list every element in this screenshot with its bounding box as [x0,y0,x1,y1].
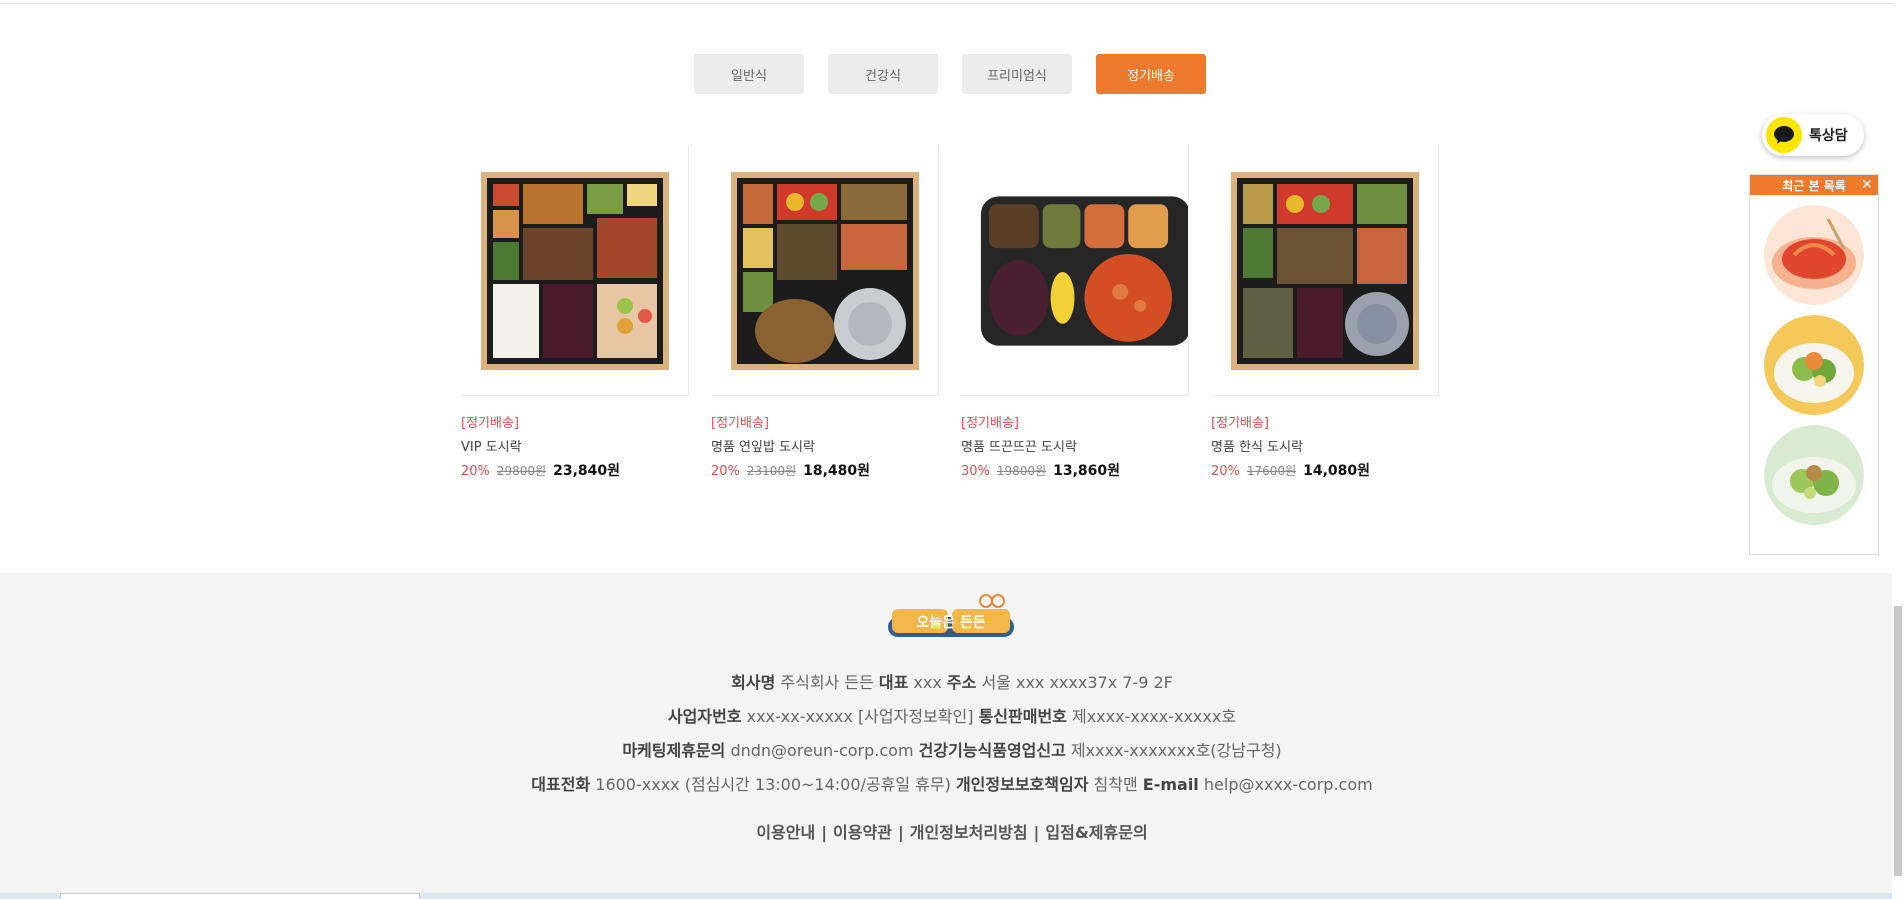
discount-rate: 30% [961,464,990,479]
info-key: 대표전화 [531,775,591,794]
link-guide[interactable]: 이용안내 [756,823,815,842]
product-list: [정기배송] VIP 도시락 20% 29800원 23,840원 [정기배송]… [461,146,1439,480]
info-line-1: 회사명 주식회사 든든 대표 xxx 주소 서울 xxx xxxx37x 7-9… [0,666,1904,700]
scrollbar-thumb[interactable] [1894,606,1902,876]
info-key: 회사명 [731,673,776,692]
info-key: 사업자번호 [667,707,742,726]
info-key: 대표 [878,673,909,692]
tab-general[interactable]: 일반식 [694,54,804,94]
product-card[interactable]: [정기배송] 명품 연잎밥 도시락 20% 23100원 18,480원 [711,146,939,480]
kakao-chat-button[interactable]: 톡상담 [1762,114,1864,156]
info-value: help@xxxx-corp.com [1198,775,1373,794]
close-icon[interactable]: ✕ [1859,177,1875,193]
category-tabs: 일반식 건강식 프리미엄식 정기배송 [694,54,1206,94]
info-key: 통신판매번호 [978,707,1067,726]
product-name[interactable]: 명품 연잎밥 도시락 [711,436,939,455]
product-image[interactable] [711,146,939,396]
original-price: 19800원 [996,464,1047,478]
recent-item-pasta[interactable] [1764,205,1864,305]
recently-viewed-header: 최근 본 목록 ✕ [1750,175,1878,195]
link-separator: | [1033,823,1040,842]
link-privacy[interactable]: 개인정보처리방침 [910,823,1028,842]
discount-rate: 20% [711,464,740,479]
product-image[interactable] [1211,146,1439,396]
info-value: 서울 xxx xxxx37x 7-9 2F [976,673,1173,692]
tab-premium[interactable]: 프리미엄식 [962,54,1072,94]
product-price: 20% 17600원 14,080원 [1211,460,1439,480]
product-tag: [정기배송] [461,416,519,431]
sale-price: 18,480원 [803,463,871,479]
recent-item-salad[interactable] [1764,315,1864,415]
product-name[interactable]: VIP 도시락 [461,436,689,455]
product-name[interactable]: 명품 뜨끈뜨끈 도시락 [961,436,1189,455]
kakao-label: 톡상담 [1809,128,1848,144]
info-value: 침착맨 [1088,775,1143,794]
product-price: 30% 19800원 13,860원 [961,460,1189,480]
link-terms[interactable]: 이용약관 [833,823,892,842]
info-key: 마케팅제휴문의 [622,741,726,760]
recently-viewed-title: 최근 본 목록 [1782,178,1846,193]
info-value: dndn@oreun-corp.com [725,741,919,760]
product-card[interactable]: [정기배송] 명품 뜨끈뜨끈 도시락 30% 19800원 13,860원 [961,146,1189,480]
brand-logo[interactable]: 오늘은 든든 [886,593,1016,643]
top-divider [0,3,1904,4]
product-tag: [정기배송] [1211,416,1269,431]
discount-rate: 20% [1211,464,1240,479]
sale-price: 13,860원 [1053,463,1121,479]
company-info: 회사명 주식회사 든든 대표 xxx 주소 서울 xxx xxxx37x 7-9… [0,666,1904,802]
product-card[interactable]: [정기배송] 명품 한식 도시락 20% 17600원 14,080원 [1211,146,1439,480]
product-image[interactable] [461,146,689,396]
recent-item-green-salad[interactable] [1764,425,1864,525]
info-line-3: 마케팅제휴문의 dndn@oreun-corp.com 건강기능식품영업신고 제… [0,734,1904,768]
sale-price: 14,080원 [1303,463,1371,479]
page-scrollbar[interactable] [1892,0,1904,899]
info-value: xxx [908,673,947,692]
product-price: 20% 23100원 18,480원 [711,460,939,480]
info-value: 제xxxx-xxxx-xxxxx호 [1066,707,1237,726]
original-price: 23100원 [746,464,797,478]
product-name[interactable]: 명품 한식 도시락 [1211,436,1439,455]
product-tag: [정기배송] [711,416,769,431]
info-line-4: 대표전화 1600-xxxx (점심시간 13:00~14:00/공휴일 휴무)… [0,768,1904,802]
original-price: 17600원 [1246,464,1297,478]
info-line-2: 사업자번호 xxx-xx-xxxxx [사업자정보확인] 통신판매번호 제xxx… [0,700,1904,734]
product-tag: [정기배송] [961,416,1019,431]
original-price: 29800원 [496,464,547,478]
info-key: 개인정보보호책임자 [955,775,1089,794]
site-footer: 오늘은 든든 회사명 주식회사 든든 대표 xxx 주소 서울 xxx xxxx… [0,573,1904,899]
link-partnership[interactable]: 입점&제휴문의 [1045,823,1147,842]
recently-viewed-panel: 최근 본 목록 ✕ [1749,174,1879,555]
product-image[interactable] [961,146,1189,396]
product-price: 20% 29800원 23,840원 [461,460,689,480]
link-separator: | [821,823,828,842]
sale-price: 23,840원 [553,463,621,479]
info-key: E-mail [1142,775,1199,794]
info-key: 건강기능식품영업신고 [918,741,1066,760]
link-separator: | [897,823,904,842]
bottom-bar-box [60,893,420,899]
info-value: 제xxxx-xxxxxxx호(강남구청) [1065,741,1282,760]
info-value: 1600-xxxx (점심시간 13:00~14:00/공휴일 휴무) [590,775,956,794]
logo-text: 오늘은 든든 [916,615,985,631]
product-card[interactable]: [정기배송] VIP 도시락 20% 29800원 23,840원 [461,146,689,480]
footer-links: 이용안내 | 이용약관 | 개인정보처리방침 | 입점&제휴문의 [0,819,1904,843]
tab-healthy[interactable]: 건강식 [828,54,938,94]
info-value: 주식회사 든든 [775,673,879,692]
chat-bubble-icon [1766,117,1802,153]
tab-subscription[interactable]: 정기배송 [1096,54,1206,94]
info-value: xxx-xx-xxxxx [사업자정보확인] [741,707,979,726]
info-key: 주소 [946,673,977,692]
discount-rate: 20% [461,464,490,479]
